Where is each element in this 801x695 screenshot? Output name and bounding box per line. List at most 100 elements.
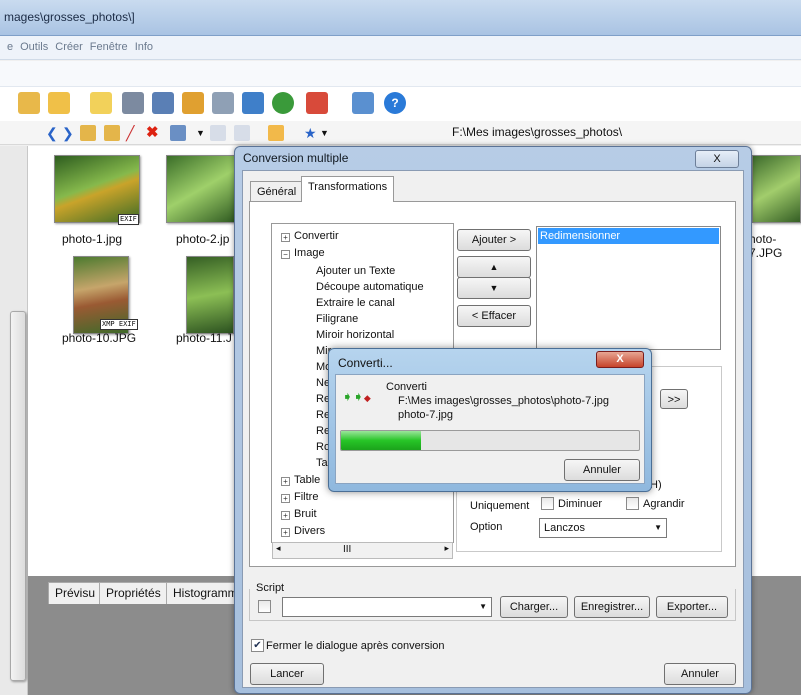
progress-file: photo-7.jpg bbox=[398, 409, 454, 421]
rename-icon[interactable]: ╱ bbox=[126, 125, 142, 141]
scroll-left-arrow-icon[interactable]: ◂ bbox=[276, 543, 281, 554]
list-item[interactable]: Redimensionner bbox=[538, 228, 719, 244]
sparkle-icon[interactable] bbox=[90, 92, 112, 114]
window-title-bar: mages\grosses_photos\] bbox=[0, 0, 801, 36]
tab-general[interactable]: Général bbox=[250, 181, 304, 201]
tree-item-child[interactable]: Filigrane bbox=[316, 313, 358, 325]
tree-item-child[interactable]: Extraire le canal bbox=[316, 297, 395, 309]
tab-transformations[interactable]: Transformations bbox=[301, 176, 395, 202]
close-after-label: Fermer le dialogue après conversion bbox=[266, 640, 445, 652]
expand-toggle[interactable]: + bbox=[281, 494, 290, 503]
launch-button[interactable]: Lancer bbox=[250, 663, 324, 685]
close-after-checkbox[interactable]: ✔ bbox=[251, 639, 264, 652]
folder-tree-scrollbar[interactable] bbox=[0, 146, 28, 695]
tree-item-filtre[interactable]: Filtre bbox=[294, 491, 318, 503]
agrandir-checkbox[interactable] bbox=[626, 497, 639, 510]
more-button[interactable]: >> bbox=[660, 389, 688, 409]
script-select[interactable]: ▼ bbox=[282, 597, 492, 617]
film-icon[interactable] bbox=[242, 92, 264, 114]
tree-item-child[interactable]: Miroir horizontal bbox=[316, 329, 394, 341]
thumbnail-label[interactable]: photo-2.jp bbox=[176, 232, 229, 246]
filter-icon[interactable] bbox=[234, 125, 250, 141]
panel-icon[interactable] bbox=[352, 92, 374, 114]
tree-item-bruit[interactable]: Bruit bbox=[294, 508, 317, 520]
expand-toggle[interactable]: + bbox=[281, 511, 290, 520]
open-folder-icon[interactable] bbox=[48, 92, 70, 114]
cancel-button[interactable]: Annuler bbox=[664, 663, 736, 685]
tree-item-child[interactable]: Découpe automatique bbox=[316, 281, 424, 293]
chevron-down-icon: ▼ bbox=[479, 602, 487, 611]
thumbnail-image[interactable] bbox=[752, 155, 801, 223]
scroll-grip[interactable]: III bbox=[343, 544, 351, 555]
save-script-button[interactable]: Enregistrer... bbox=[574, 596, 650, 618]
tab-proprietes[interactable]: Propriétés bbox=[99, 582, 168, 604]
menu-item-outils[interactable]: Outils bbox=[20, 41, 48, 53]
expand-toggle[interactable]: + bbox=[281, 477, 290, 486]
tree-item-convertir[interactable]: Convertir bbox=[294, 230, 339, 242]
menu-item-info[interactable]: Info bbox=[135, 41, 153, 53]
scanner-icon[interactable] bbox=[152, 92, 174, 114]
sort-icon[interactable] bbox=[210, 125, 226, 141]
dialog-close-button[interactable]: X bbox=[695, 150, 739, 168]
view-mode-icon[interactable] bbox=[170, 125, 186, 141]
move-up-button[interactable]: ▲ bbox=[457, 256, 531, 278]
tree-item-divers[interactable]: Divers bbox=[294, 525, 325, 537]
load-button[interactable]: Charger... bbox=[500, 596, 568, 618]
move-down-button[interactable]: ▼ bbox=[457, 277, 531, 299]
option-value: Lanczos bbox=[544, 522, 585, 534]
progress-title: Converti... bbox=[338, 356, 393, 370]
selected-transformations-list[interactable]: Redimensionner bbox=[536, 226, 721, 350]
expand-toggle[interactable]: + bbox=[281, 528, 290, 537]
scrollbar-thumb[interactable] bbox=[10, 311, 26, 681]
favorites-dropdown-icon[interactable]: ▼ bbox=[320, 125, 336, 141]
diminuer-checkbox[interactable] bbox=[541, 497, 554, 510]
camera-icon[interactable] bbox=[212, 92, 234, 114]
menu-item-creer[interactable]: Créer bbox=[55, 41, 83, 53]
thumbnail-label[interactable]: photo-10.JPG bbox=[62, 331, 136, 345]
delete-icon[interactable]: ✖ bbox=[146, 125, 162, 141]
export-icon[interactable] bbox=[182, 92, 204, 114]
parent-folder-icon[interactable] bbox=[80, 125, 96, 141]
xmp-exif-badge: XMP EXIF bbox=[100, 319, 138, 330]
menu-item-fenetre[interactable]: Fenêtre bbox=[90, 41, 128, 53]
progress-fill bbox=[341, 431, 422, 450]
thumbnail-image[interactable] bbox=[166, 155, 236, 223]
home-icon[interactable] bbox=[268, 125, 284, 141]
script-checkbox[interactable] bbox=[258, 600, 271, 613]
option-select[interactable]: Lanczos ▼ bbox=[539, 518, 667, 538]
add-button[interactable]: Ajouter > bbox=[457, 229, 531, 251]
thumbnail-label[interactable]: hoto-7.JPG bbox=[749, 232, 801, 260]
back-arrow-icon[interactable]: ❮ bbox=[46, 125, 62, 141]
tab-previsu[interactable]: Prévisu bbox=[48, 582, 103, 604]
thumbnail-label[interactable]: photo-11.J bbox=[176, 331, 232, 345]
progress-bar bbox=[340, 430, 640, 451]
convert-arrows-icon: ➧➧◆ bbox=[342, 389, 371, 404]
scroll-right-arrow-icon[interactable]: ▸ bbox=[444, 543, 449, 554]
help-icon[interactable]: ? bbox=[384, 92, 406, 114]
expand-toggle[interactable]: + bbox=[281, 233, 290, 242]
tree-item-image[interactable]: Image bbox=[294, 247, 325, 259]
tree-horizontal-scrollbar[interactable]: ◂ III ▸ bbox=[272, 542, 453, 559]
thumbnail-label[interactable]: photo-1.jpg bbox=[62, 232, 122, 246]
tree-item-child[interactable]: Ajouter un Texte bbox=[316, 265, 395, 277]
progress-cancel-button[interactable]: Annuler bbox=[564, 459, 640, 481]
window-title: mages\grosses_photos\] bbox=[4, 10, 135, 24]
export-button[interactable]: Exporter... bbox=[656, 596, 728, 618]
thumbnail-image[interactable] bbox=[186, 256, 234, 334]
tab-histogramme[interactable]: Histogramm bbox=[166, 582, 245, 604]
new-folder-icon[interactable] bbox=[104, 125, 120, 141]
print-icon[interactable] bbox=[122, 92, 144, 114]
address-path[interactable]: F:\Mes images\grosses_photos\ bbox=[452, 125, 622, 139]
collapse-toggle[interactable]: − bbox=[281, 250, 290, 259]
forward-arrow-icon[interactable]: ❯ bbox=[62, 125, 78, 141]
menu-item-edit[interactable]: e bbox=[7, 41, 13, 53]
tree-item-child[interactable]: Ta bbox=[316, 457, 328, 469]
tree-item-table[interactable]: Table bbox=[294, 474, 320, 486]
folder-icon[interactable] bbox=[18, 92, 40, 114]
progress-close-button[interactable]: X bbox=[596, 351, 644, 368]
globe-icon[interactable] bbox=[272, 92, 294, 114]
thumbnail-image[interactable] bbox=[54, 155, 140, 223]
clear-button[interactable]: < Effacer bbox=[457, 305, 531, 327]
favorites-star-icon[interactable]: ★ bbox=[304, 125, 320, 141]
grid-icon[interactable] bbox=[306, 92, 328, 114]
